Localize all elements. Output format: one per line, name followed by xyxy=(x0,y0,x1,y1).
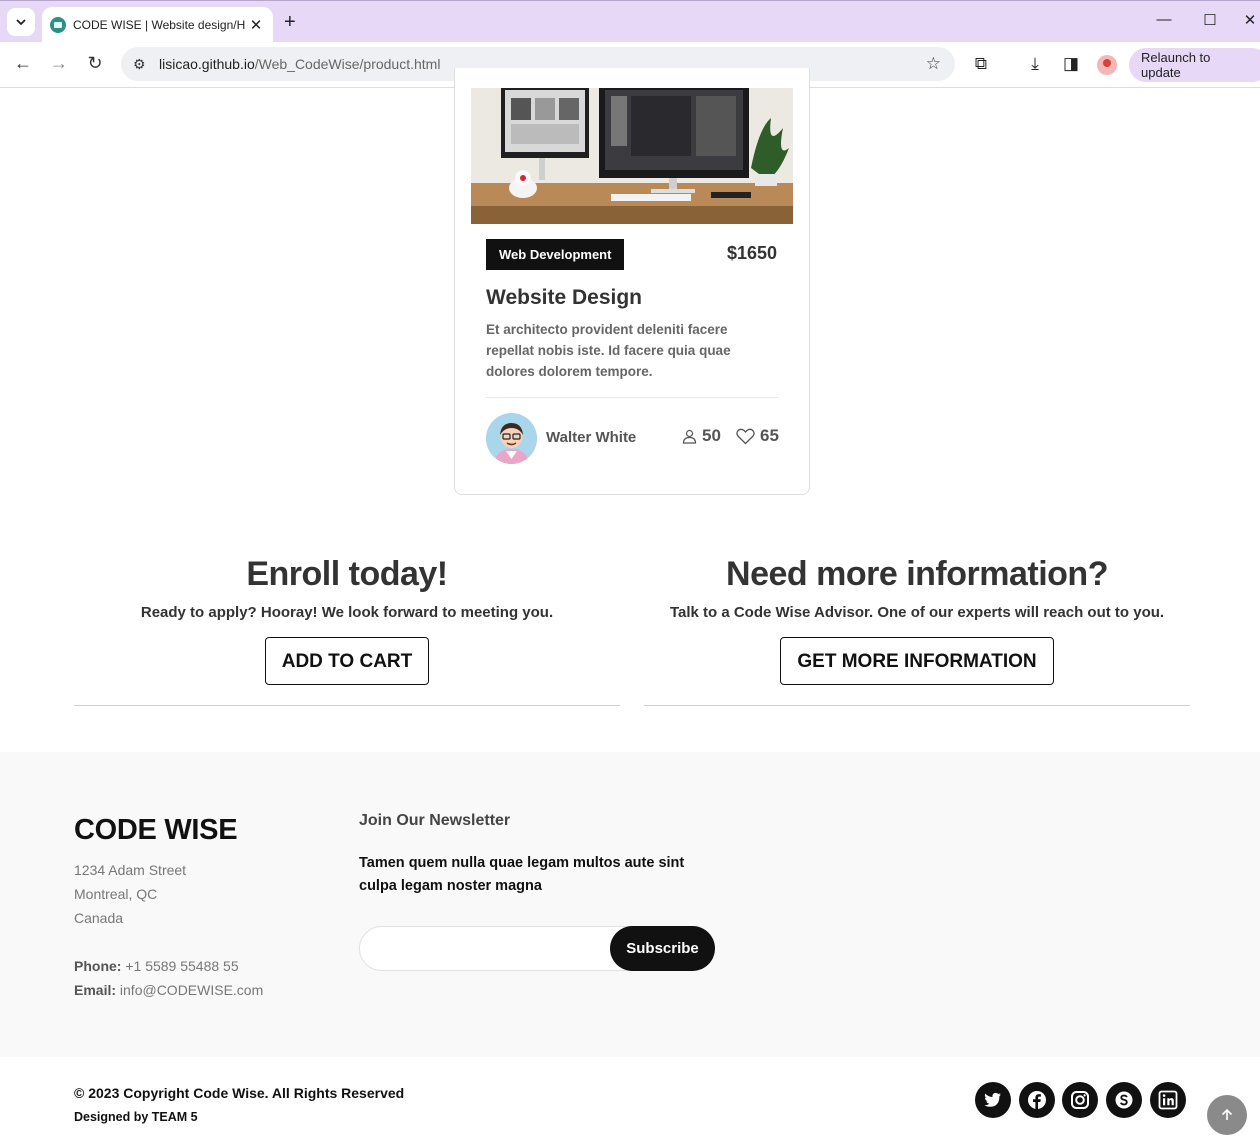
info-title: Need more information? xyxy=(726,555,1108,593)
facebook-icon[interactable] xyxy=(1019,1082,1055,1118)
arrow-up-icon xyxy=(1221,1108,1233,1120)
user-icon xyxy=(682,429,697,444)
students-value: 50 xyxy=(702,426,721,445)
bookmark-star-icon[interactable]: ☆ xyxy=(926,54,941,74)
favicon-icon xyxy=(50,17,66,33)
newsletter-text: Tamen quem nulla quae legam multos aute … xyxy=(359,855,685,894)
phone-label: Phone: xyxy=(74,958,122,974)
relaunch-button[interactable]: Relaunch to update ⋮ xyxy=(1129,48,1260,82)
add-to-cart-button[interactable]: ADD TO CART xyxy=(264,637,430,685)
subscribe-button[interactable]: Subscribe xyxy=(610,926,715,971)
url-host: lisicao.github.io xyxy=(159,56,255,72)
side-panel-icon[interactable]: ◨ xyxy=(1060,54,1082,74)
trainer-avatar xyxy=(486,413,537,464)
enroll-divider xyxy=(74,705,620,706)
url-text[interactable]: lisicao.github.io/Web_CodeWise/product.h… xyxy=(159,56,440,72)
instagram-icon[interactable] xyxy=(1062,1082,1098,1118)
likes-value: 65 xyxy=(760,426,779,445)
forward-icon[interactable]: → xyxy=(47,53,71,74)
close-window-icon[interactable]: ✕ xyxy=(1240,11,1260,29)
footer-address: 1234 Adam Street Montreal, QC Canada xyxy=(74,858,186,930)
minimize-icon[interactable]: — xyxy=(1154,11,1174,28)
designed-by: Designed by TEAM 5 xyxy=(74,1110,198,1124)
course-price: $1650 xyxy=(726,243,777,263)
download-icon[interactable]: ⤓ xyxy=(1024,54,1046,74)
address-line: 1234 Adam Street xyxy=(74,862,187,878)
tab-dropdown-icon xyxy=(16,19,26,26)
copyright: © 2023 Copyright Code Wise. All Rights R… xyxy=(74,1085,405,1101)
likes-count: 65 xyxy=(736,426,779,446)
reload-icon[interactable]: ↻ xyxy=(83,53,107,74)
get-more-information-button[interactable]: GET MORE INFORMATION xyxy=(780,637,1054,685)
course-card[interactable]: Web Development $1650 Website Design Et … xyxy=(454,68,810,495)
info-section: Need more information? Talk to a Code Wi… xyxy=(644,555,1190,685)
menu-icon[interactable]: ⋮ xyxy=(1256,57,1260,73)
phone-value: +1 5589 55488 55 xyxy=(125,958,239,974)
trainer-name: Walter White xyxy=(546,429,637,446)
back-to-top-button[interactable] xyxy=(1207,1095,1247,1135)
relaunch-label: Relaunch to update xyxy=(1141,50,1211,80)
email-value: info@CODEWISE.com xyxy=(119,982,264,998)
card-divider xyxy=(486,397,778,398)
email-label: Email: xyxy=(74,982,117,998)
course-title[interactable]: Website Design xyxy=(486,286,642,310)
heart-icon[interactable] xyxy=(736,428,755,445)
students-count: 50 xyxy=(682,426,721,446)
category-badge[interactable]: Web Development xyxy=(486,239,625,270)
info-divider xyxy=(644,705,1190,706)
enroll-title: Enroll today! xyxy=(246,555,448,593)
phone-row: Phone: +1 5589 55488 55 xyxy=(74,954,263,978)
site-settings-icon[interactable]: ⚙ xyxy=(133,56,155,73)
browser-tab-strip: CODE WISE | Website design/H ✕ + — ☐ ✕ xyxy=(0,0,1260,43)
info-text: Talk to a Code Wise Advisor. One of our … xyxy=(669,604,1165,621)
active-tab[interactable]: CODE WISE | Website design/H ✕ xyxy=(42,7,273,43)
newsletter-title: Join Our Newsletter xyxy=(359,812,511,829)
address-line: Canada xyxy=(74,910,124,926)
footer-bottom: © 2023 Copyright Code Wise. All Rights R… xyxy=(0,1057,1260,1146)
enroll-section: Enroll today! Ready to apply? Hooray! We… xyxy=(74,555,620,685)
address-line: Montreal, QC xyxy=(74,886,158,902)
maximize-icon[interactable]: ☐ xyxy=(1200,11,1220,29)
skype-icon[interactable] xyxy=(1106,1082,1142,1118)
footer-contact: Phone: +1 5589 55488 55 Email: info@CODE… xyxy=(74,954,263,1002)
course-description: Et architecto provident deleniti facere … xyxy=(486,322,731,379)
profile-avatar-icon[interactable] xyxy=(1097,55,1117,75)
linkedin-icon[interactable] xyxy=(1150,1082,1186,1118)
page-content: Web Development $1650 Website Design Et … xyxy=(0,68,1260,1146)
footer-brand[interactable]: CODE WISE xyxy=(74,814,238,847)
close-tab-icon[interactable]: ✕ xyxy=(247,16,265,34)
course-image xyxy=(471,88,793,224)
back-icon[interactable]: ← xyxy=(11,53,35,74)
enroll-text: Ready to apply? Hooray! We look forward … xyxy=(140,604,554,621)
url-path: /Web_CodeWise/product.html xyxy=(254,56,441,72)
extensions-icon[interactable]: ⧉ xyxy=(970,54,992,74)
tab-title: CODE WISE | Website design/H xyxy=(73,18,246,32)
twitter-icon[interactable] xyxy=(975,1082,1011,1118)
new-tab-icon[interactable]: + xyxy=(284,11,296,34)
footer-top: CODE WISE 1234 Adam Street Montreal, QC … xyxy=(0,752,1260,1057)
email-row: Email: info@CODEWISE.com xyxy=(74,978,263,1002)
tab-search-button[interactable] xyxy=(7,8,35,36)
